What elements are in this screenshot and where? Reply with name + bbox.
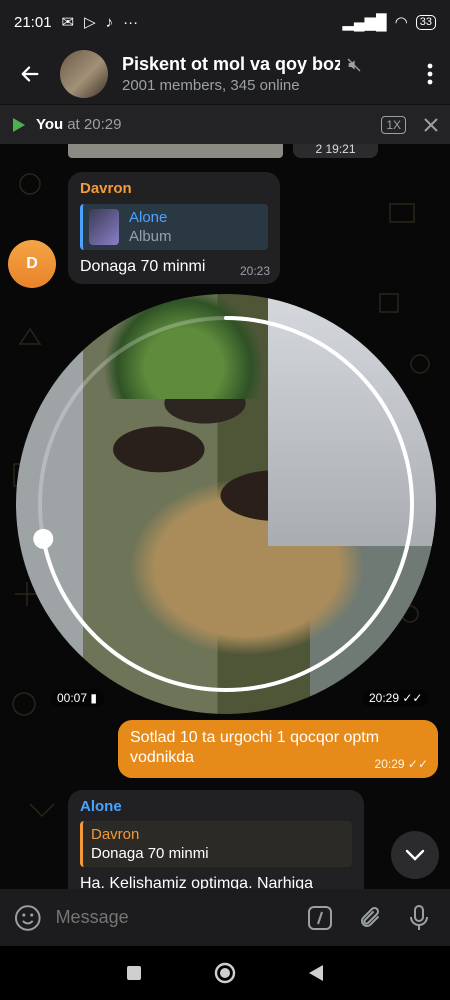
video-time: 20:29 ✓✓ <box>362 689 430 707</box>
back-button[interactable] <box>0 44 60 104</box>
reply-preview[interactable]: Alone Album <box>80 204 268 250</box>
scroll-down-button[interactable] <box>391 831 439 879</box>
wifi-icon: ◠ <box>394 14 408 31</box>
reply-text: Album <box>129 228 172 245</box>
video-time-text: 20:29 <box>369 691 400 705</box>
message-time: 20:23 <box>239 264 270 278</box>
message-bubble[interactable]: Alone Davron Donaga 70 minmi Ha. Kelisha… <box>68 790 364 889</box>
close-icon[interactable] <box>424 117 438 132</box>
message-composer <box>0 889 450 946</box>
status-bar: 21:01 ✉ ▷ ♪ ··· ▂▄▆█ ◠ 33 <box>0 0 450 44</box>
message-bubble[interactable]: Davron Alone Album Donaga 70 minmi 20:23 <box>68 172 280 284</box>
more-menu-button[interactable] <box>410 44 450 104</box>
clock: 21:01 <box>14 13 52 31</box>
playback-speed-button[interactable]: 1X <box>381 115 406 134</box>
slash-command-icon <box>308 905 333 930</box>
reply-author: Davron <box>91 826 140 843</box>
message-input[interactable] <box>55 907 288 928</box>
video-duration-text: 00:07 <box>57 691 88 705</box>
commands-button[interactable] <box>304 901 337 935</box>
chat-messages[interactable]: 2 19:21 D Davron Alone Album Donaga 70 m… <box>0 144 450 889</box>
reply-text: Donaga 70 minmi <box>91 845 209 862</box>
volume-bars-icon: ▮ <box>90 691 97 705</box>
microphone-icon <box>410 904 429 930</box>
chevron-down-icon <box>405 849 425 861</box>
message-time: 20:29 ✓✓ <box>375 754 428 774</box>
home-button[interactable] <box>214 962 236 984</box>
chat-title: Piskent ot mol va qoy bozo <box>122 54 362 75</box>
play-icon[interactable] <box>12 117 26 133</box>
previous-media-message[interactable]: 2 19:21 <box>68 144 388 160</box>
video-progress-ring <box>33 316 414 692</box>
back-arrow-icon <box>21 66 39 82</box>
signal-icon: ▂▄▆█ <box>342 14 387 31</box>
paperclip-icon <box>360 906 379 927</box>
message-text: Sotlad 10 ta urgochi 1 qocqor optm vodni… <box>130 729 380 766</box>
video-duration: 00:07 ▮ <box>50 689 104 707</box>
chat-header: Piskent ot mol va qoy bozo 2001 members,… <box>0 44 450 104</box>
system-navigation-bar <box>0 946 450 1000</box>
outgoing-message-bubble[interactable]: Sotlad 10 ta urgochi 1 qocqor optm vodni… <box>118 720 438 778</box>
double-check-icon: ✓✓ <box>402 691 423 705</box>
reply-preview[interactable]: Davron Donaga 70 minmi <box>80 821 352 867</box>
voice-record-button[interactable] <box>403 901 436 935</box>
attach-button[interactable] <box>353 901 386 935</box>
video-progress-knob[interactable] <box>33 528 54 549</box>
back-nav-button[interactable] <box>308 964 324 982</box>
previous-media-thumb <box>68 144 283 158</box>
message-time-text: 20:29 <box>374 757 405 771</box>
more-vertical-icon <box>427 63 433 85</box>
sender-name[interactable]: Davron <box>80 180 268 197</box>
avatar[interactable]: D <box>8 240 56 288</box>
emoji-icon[interactable] <box>14 904 42 932</box>
battery-icon: 33 <box>415 14 436 30</box>
album-thumbnail <box>89 209 119 245</box>
recents-button[interactable] <box>126 965 142 981</box>
play-store-icon: ▷ <box>84 14 96 31</box>
reply-author: Alone <box>129 209 168 226</box>
audio-player-bar[interactable]: You at 20:29 1X <box>0 104 450 144</box>
double-check-icon: ✓✓ <box>407 757 428 771</box>
tiktok-icon: ♪ <box>105 13 114 31</box>
muted-icon <box>347 58 361 71</box>
player-sender: You <box>36 116 64 133</box>
previous-media-duration: 2 19:21 <box>293 144 378 158</box>
messages-icon: ✉ <box>61 14 75 31</box>
player-time: at 20:29 <box>67 116 122 133</box>
chat-title-block[interactable]: Piskent ot mol va qoy bozo 2001 members,… <box>122 54 410 94</box>
member-count: 2001 members, 345 online <box>122 77 300 94</box>
group-avatar[interactable] <box>60 50 108 98</box>
message-text: Ha. Kelishamiz optimga. Narhiga <box>80 875 313 889</box>
sender-name[interactable]: Alone <box>80 798 352 815</box>
more-notifications: ··· <box>123 13 139 31</box>
chat-title-text: Piskent ot mol va qoy bozo <box>122 54 340 74</box>
